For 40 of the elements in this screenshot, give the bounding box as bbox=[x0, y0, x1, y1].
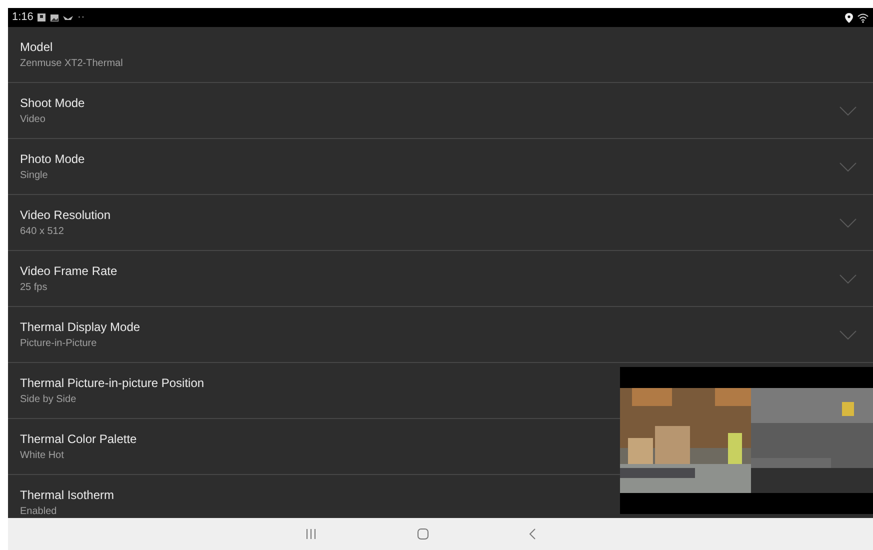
settings-row[interactable]: Photo Mode Single bbox=[8, 139, 873, 195]
setting-title: Video Resolution bbox=[20, 208, 112, 222]
chevron-down-icon bbox=[839, 162, 857, 172]
setting-value: 640 x 512 bbox=[20, 226, 65, 238]
notification-icon bbox=[37, 13, 46, 22]
setting-title: Thermal Color Palette bbox=[20, 432, 138, 446]
setting-value: Side by Side bbox=[20, 394, 78, 406]
setting-value: Picture-in-Picture bbox=[20, 338, 98, 350]
chevron-down-icon bbox=[839, 218, 857, 228]
status-time: 1:16 bbox=[12, 10, 34, 26]
setting-value: White Hot bbox=[20, 450, 65, 462]
chevron-down-icon bbox=[839, 330, 857, 340]
settings-row[interactable]: Video Frame Rate 25 fps bbox=[8, 251, 873, 307]
setting-title: Model bbox=[20, 40, 54, 54]
location-pin-icon bbox=[845, 12, 853, 22]
settings-row[interactable]: Thermal Picture-in-picture Position Side by Side bbox=[8, 363, 620, 419]
back-icon[interactable] bbox=[528, 528, 536, 540]
setting-value: Zenmuse XT2-Thermal bbox=[20, 58, 124, 70]
chevron-down-icon bbox=[839, 106, 857, 116]
chevron-down-icon bbox=[839, 274, 857, 284]
settings-row[interactable]: Thermal Color Palette White Hot bbox=[8, 419, 620, 475]
setting-title: Shoot Mode bbox=[20, 96, 86, 110]
image-icon bbox=[50, 14, 60, 22]
more-notifications: ·· bbox=[77, 10, 85, 26]
setting-title: Video Frame Rate bbox=[20, 264, 118, 278]
settings-row[interactable]: Thermal Display Mode Picture-in-Picture bbox=[8, 307, 873, 363]
setting-title: Thermal Isotherm bbox=[20, 488, 116, 502]
settings-row[interactable]: Shoot Mode Video bbox=[8, 83, 873, 139]
setting-value: Single bbox=[20, 170, 49, 182]
setting-value: 25 fps bbox=[20, 282, 48, 294]
home-icon[interactable] bbox=[416, 528, 428, 540]
wifi-icon bbox=[857, 12, 869, 22]
setting-title: Photo Mode bbox=[20, 152, 86, 166]
setting-title: Thermal Display Mode bbox=[20, 320, 142, 334]
settings-row[interactable]: Model Zenmuse XT2-Thermal bbox=[8, 27, 873, 83]
setting-value: Enabled bbox=[20, 506, 58, 518]
setting-value: Video bbox=[20, 114, 46, 126]
setting-title: Thermal Picture-in-picture Position bbox=[20, 376, 206, 390]
settings-row[interactable]: Video Resolution 640 x 512 bbox=[8, 195, 873, 251]
recent-apps-icon[interactable] bbox=[304, 528, 316, 540]
